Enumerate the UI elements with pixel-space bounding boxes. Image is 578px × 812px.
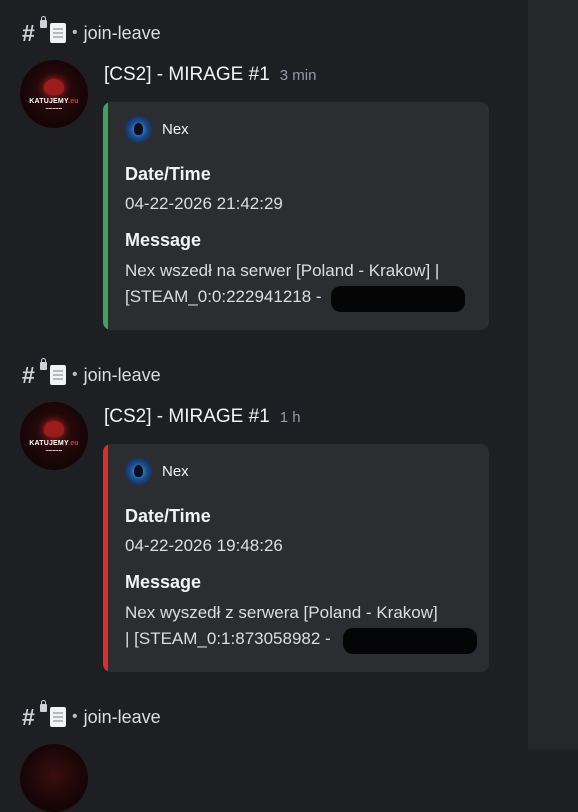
field-label-message: Message	[125, 572, 202, 592]
channel-name: join-leave	[83, 22, 161, 43]
field-value-message-line1: Nex wszedł na serwer [Poland - Krakow] |	[125, 261, 440, 280]
field-value-datetime: 04-22-2026 19:48:26	[125, 536, 283, 555]
separator: •	[72, 24, 78, 41]
document-icon	[50, 707, 66, 727]
message-header: [CS2] - MIRAGE #1 3 min	[104, 64, 316, 86]
channel-link[interactable]: # • join-leave	[22, 16, 161, 46]
separator: •	[72, 366, 78, 383]
embed-author-name: Nex	[162, 121, 189, 138]
channel-name: join-leave	[83, 706, 161, 727]
timestamp[interactable]: 1 h	[280, 409, 301, 426]
avatar-logo-text: KATUJEMY.eu	[29, 439, 79, 447]
redaction	[343, 628, 477, 654]
field-value-message-line2: [STEAM_0:0:222941218 -	[125, 287, 322, 306]
field-label-message: Message	[125, 230, 202, 250]
embed-color-bar	[103, 444, 108, 672]
avatar[interactable]: KATUJEMY.eu ▬▬▬▬▬	[20, 402, 88, 470]
embed-card: Nex Date/Time 04-22-2026 21:42:29 Messag…	[103, 102, 489, 330]
locked-channel-icon: #	[22, 358, 47, 387]
embed-author: Nex	[125, 458, 189, 485]
embed-color-bar	[103, 102, 108, 330]
embed-author: Nex	[125, 116, 189, 143]
locked-channel-icon: #	[22, 700, 47, 729]
message-feed[interactable]: # • join-leave KATUJEMY.eu ▬▬▬▬▬ [CS2] -…	[0, 0, 528, 812]
field-value-message-line2: | [STEAM_0:1:873058982 -	[125, 629, 331, 648]
avatar[interactable]: KATUJEMY.eu ▬▬▬▬▬	[20, 60, 88, 128]
avatar[interactable]	[20, 744, 88, 812]
locked-channel-icon: #	[22, 16, 47, 45]
document-icon	[50, 365, 66, 385]
avatar-logo-text: KATUJEMY.eu	[29, 97, 79, 105]
field-value-message-line1: Nex wyszedł z serwera [Poland - Krakow]	[125, 603, 438, 622]
field-value-datetime: 04-22-2026 21:42:29	[125, 194, 283, 213]
author-icon	[125, 458, 152, 485]
scrollbar-track[interactable]	[528, 0, 578, 750]
logo-icon	[44, 78, 64, 95]
author-icon	[125, 116, 152, 143]
channel-link[interactable]: # • join-leave	[22, 700, 161, 730]
embed-card: Nex Date/Time 04-22-2026 19:48:26 Messag…	[103, 444, 489, 672]
author-name[interactable]: [CS2] - MIRAGE #1	[104, 406, 270, 428]
embed-author-name: Nex	[162, 463, 189, 480]
field-label-datetime: Date/Time	[125, 506, 211, 526]
field-label-datetime: Date/Time	[125, 164, 211, 184]
channel-link[interactable]: # • join-leave	[22, 358, 161, 388]
timestamp[interactable]: 3 min	[280, 67, 317, 84]
message-header: [CS2] - MIRAGE #1 1 h	[104, 406, 301, 428]
separator: •	[72, 708, 78, 725]
channel-name: join-leave	[83, 364, 161, 385]
redaction	[331, 286, 465, 312]
document-icon	[50, 23, 66, 43]
logo-icon	[44, 420, 64, 437]
author-name[interactable]: [CS2] - MIRAGE #1	[104, 64, 270, 86]
